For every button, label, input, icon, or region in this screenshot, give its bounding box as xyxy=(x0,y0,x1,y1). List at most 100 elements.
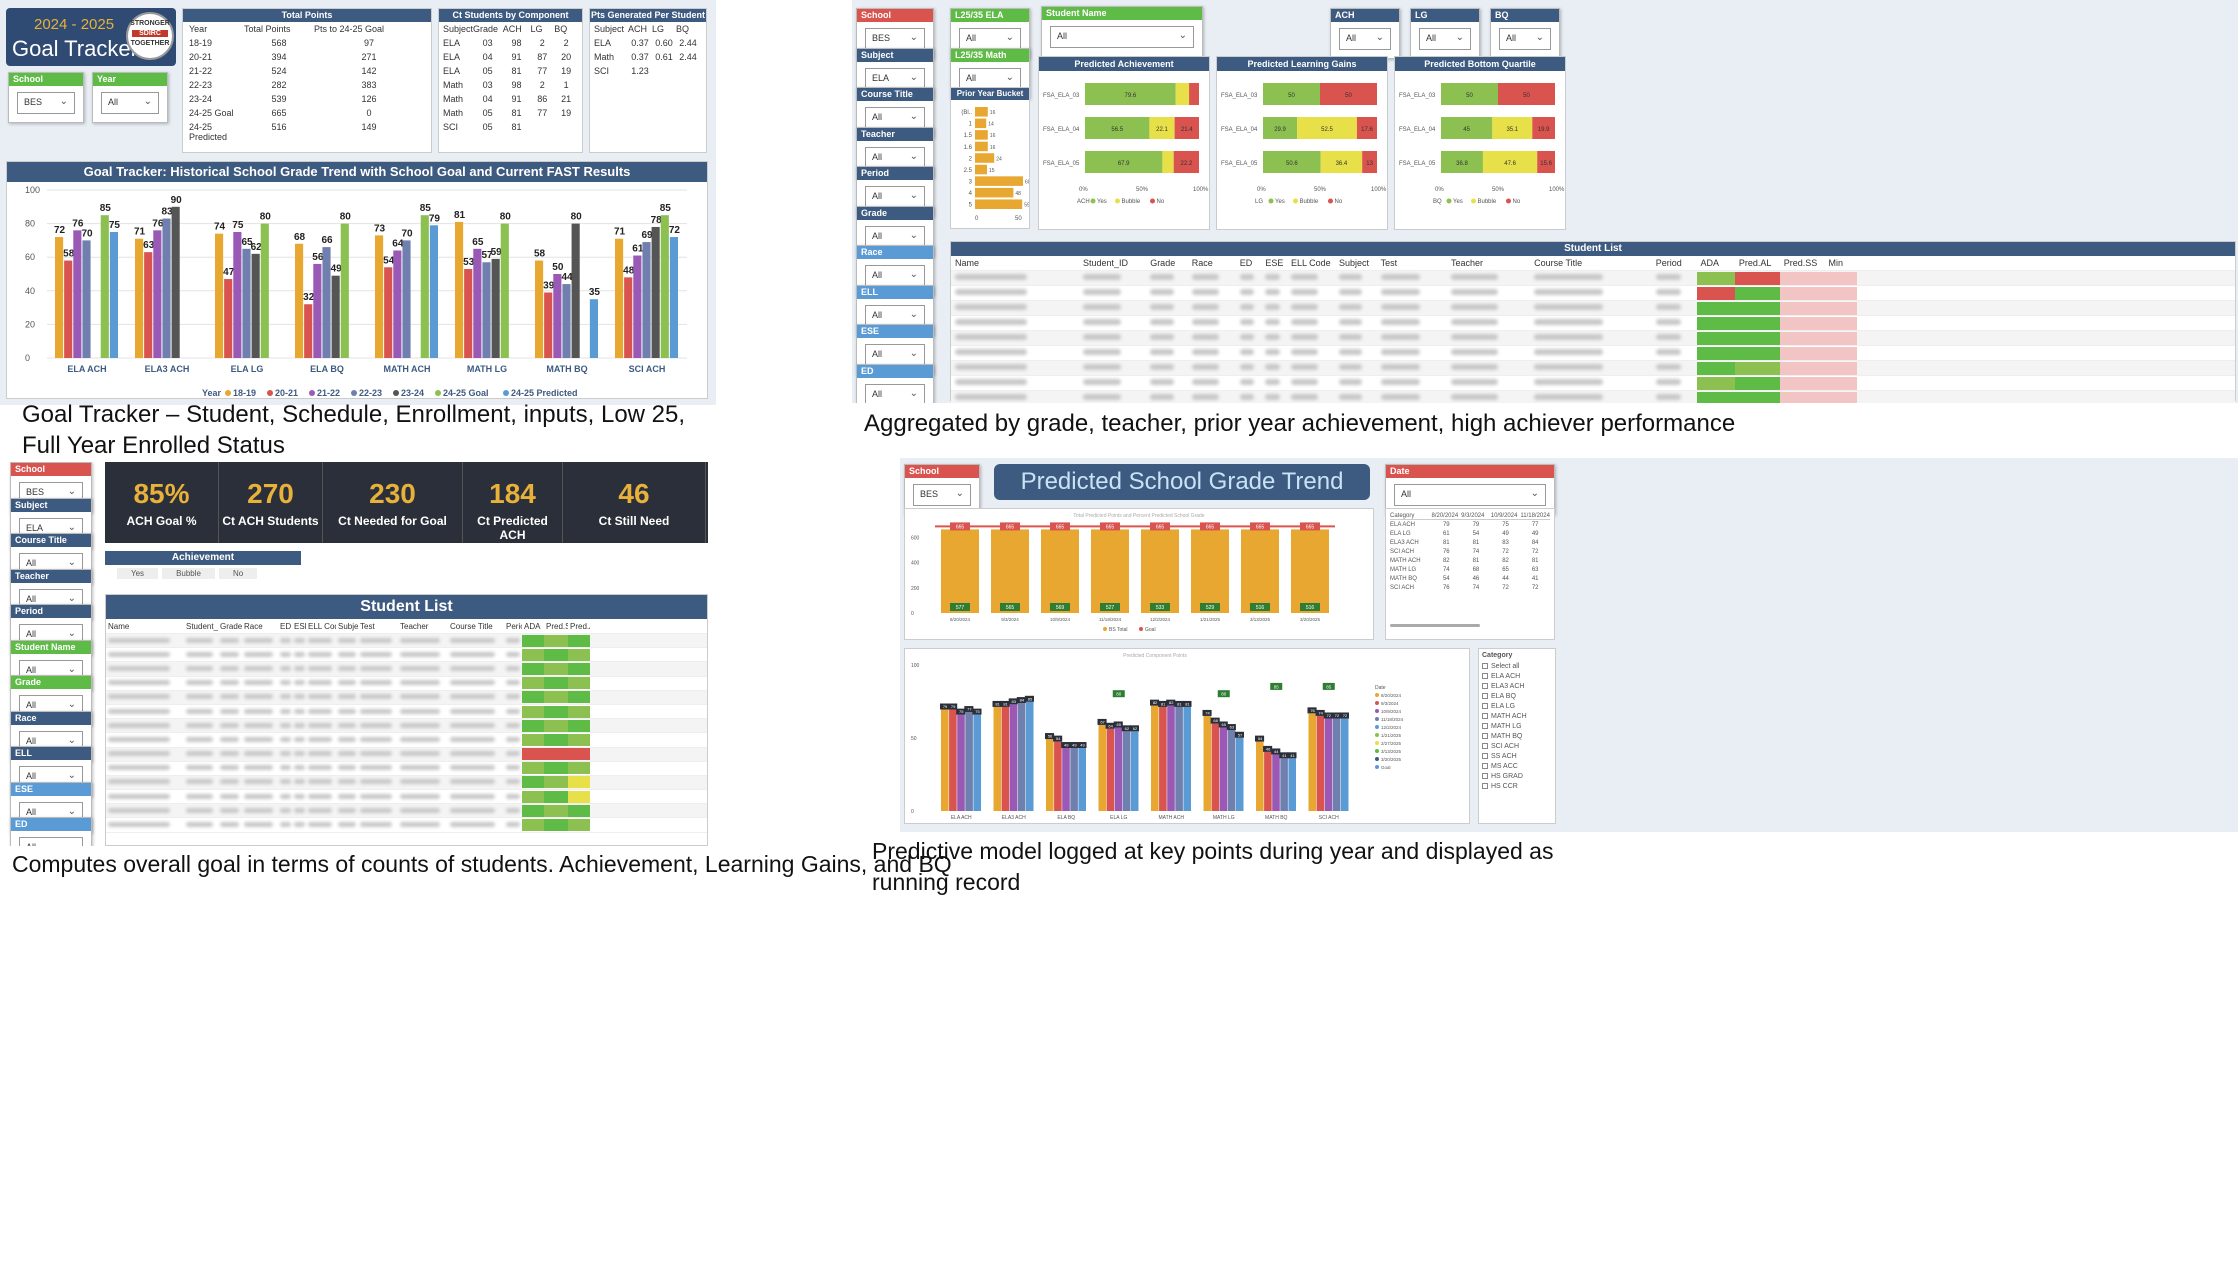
category-option[interactable]: MATH ACH xyxy=(1482,711,1552,721)
column-header[interactable]: ED xyxy=(278,622,292,631)
category-option[interactable]: MATH BQ xyxy=(1482,731,1552,741)
column-header[interactable]: Test xyxy=(1377,258,1447,268)
table-row[interactable] xyxy=(951,376,2235,391)
column-header[interactable]: Pred.SS xyxy=(1780,258,1825,268)
goal-label: 665 xyxy=(1106,524,1115,530)
checkbox-icon[interactable] xyxy=(1482,713,1488,719)
table-row[interactable] xyxy=(106,804,707,819)
table-row[interactable] xyxy=(106,676,707,691)
column-header[interactable]: ADA xyxy=(1697,258,1735,268)
table-row[interactable] xyxy=(951,346,2235,361)
column-header[interactable]: Course Title xyxy=(448,622,504,631)
checkbox-icon[interactable] xyxy=(1482,743,1488,749)
column-header[interactable]: Course Title xyxy=(1530,258,1652,268)
category-option[interactable]: SS ACH xyxy=(1482,751,1552,761)
column-header[interactable]: ESE xyxy=(292,622,306,631)
column-header[interactable]: Pred.SS xyxy=(544,622,568,631)
table-row[interactable] xyxy=(951,316,2235,331)
bar xyxy=(1159,706,1167,811)
checkbox-icon[interactable] xyxy=(1482,693,1488,699)
table-row[interactable] xyxy=(106,704,707,720)
table-row[interactable] xyxy=(951,361,2235,376)
table-row[interactable] xyxy=(106,733,707,748)
checkbox-icon[interactable] xyxy=(1482,773,1488,779)
table-row[interactable] xyxy=(106,775,707,791)
table-row[interactable] xyxy=(951,391,2235,403)
checkbox-icon[interactable] xyxy=(1482,763,1488,769)
checkbox-icon[interactable] xyxy=(1482,783,1488,789)
chevron-down-icon: ⌄ xyxy=(909,32,918,43)
column-header[interactable]: Name xyxy=(106,622,184,631)
column-header[interactable]: Subject xyxy=(336,622,358,631)
achievement-option-bubble[interactable]: Bubble xyxy=(162,568,215,579)
table-row[interactable] xyxy=(106,662,707,677)
table-row[interactable] xyxy=(951,286,2235,301)
category-option[interactable]: MATH LG xyxy=(1482,721,1552,731)
category-option[interactable]: SCI ACH xyxy=(1482,741,1552,751)
checkbox-icon[interactable] xyxy=(1482,673,1488,679)
table-row[interactable] xyxy=(106,719,707,734)
column-header[interactable]: ED xyxy=(1236,258,1262,268)
student-name-slicer[interactable]: Student Name All ⌄ xyxy=(1041,6,1203,57)
category-option[interactable]: ELA BQ xyxy=(1482,691,1552,701)
column-header[interactable]: Pred.AL xyxy=(568,622,590,631)
column-header[interactable]: Student_ID xyxy=(184,622,218,631)
column-header[interactable]: Student_ID xyxy=(1079,258,1146,268)
ct-ach-students-kpi: 270 Ct ACH Students xyxy=(219,462,323,543)
category-option[interactable]: Select all xyxy=(1482,661,1552,671)
bq-slicer[interactable]: BQ All ⌄ xyxy=(1490,8,1560,59)
school-slicer[interactable]: School BES ⌄ xyxy=(8,72,84,123)
table-row[interactable] xyxy=(951,331,2235,346)
checkbox-icon[interactable] xyxy=(1482,753,1488,759)
year-slicer[interactable]: Year All ⌄ xyxy=(92,72,168,123)
table-row[interactable] xyxy=(951,301,2235,316)
column-header[interactable]: Race xyxy=(1188,258,1236,268)
goal-label: 665 xyxy=(1056,524,1065,530)
column-header[interactable]: Pred.AL xyxy=(1735,258,1780,268)
total-label: 516 xyxy=(1306,605,1315,611)
table-row: 24-25 Predicted 516 149 xyxy=(189,122,377,142)
column-header[interactable]: Subject xyxy=(1335,258,1377,268)
table-row[interactable] xyxy=(106,747,707,762)
checkbox-icon[interactable] xyxy=(1482,703,1488,709)
ach-slicer[interactable]: ACH All ⌄ xyxy=(1330,8,1400,59)
table-row[interactable] xyxy=(106,790,707,805)
category-option[interactable]: ELA3 ACH xyxy=(1482,681,1552,691)
column-header[interactable]: Name xyxy=(951,258,1079,268)
lg-slicer[interactable]: LG All ⌄ xyxy=(1410,8,1480,59)
column-header[interactable]: ELL Code xyxy=(306,622,336,631)
checkbox-icon[interactable] xyxy=(1482,683,1488,689)
column-header[interactable]: Teacher xyxy=(398,622,448,631)
ed-slicer[interactable]: EDAll⌄ xyxy=(10,817,92,846)
category-option[interactable]: HS CCR xyxy=(1482,781,1552,791)
column-header[interactable]: ELL Code xyxy=(1287,258,1335,268)
column-header[interactable]: Period xyxy=(1652,258,1697,268)
column-header[interactable]: Min xyxy=(1825,258,1857,268)
checkbox-icon[interactable] xyxy=(1482,723,1488,729)
table-row[interactable] xyxy=(106,634,707,649)
achievement-option-no[interactable]: No xyxy=(218,568,258,579)
table-row[interactable] xyxy=(106,818,707,833)
category-option[interactable]: ELA LG xyxy=(1482,701,1552,711)
table-row[interactable] xyxy=(106,648,707,663)
ed-slicer[interactable]: EDAll⌄ xyxy=(856,363,934,403)
column-header[interactable]: ADA xyxy=(522,622,544,631)
table-row[interactable] xyxy=(106,690,707,705)
checkbox-icon[interactable] xyxy=(1482,663,1488,669)
column-header[interactable]: Teacher xyxy=(1447,258,1530,268)
column-header[interactable]: ESE xyxy=(1261,258,1287,268)
category-option[interactable]: MS ACC xyxy=(1482,761,1552,771)
column-header[interactable]: Period xyxy=(504,622,522,631)
achievement-option-yes[interactable]: Yes xyxy=(117,568,159,579)
table-row[interactable] xyxy=(106,761,707,776)
matrix-scrollbar[interactable] xyxy=(1390,624,1480,627)
y-tick-label: 200 xyxy=(911,586,920,592)
checkbox-icon[interactable] xyxy=(1482,733,1488,739)
table-row[interactable] xyxy=(951,271,2235,286)
column-header[interactable]: Race xyxy=(242,622,278,631)
category-option[interactable]: HS GRAD xyxy=(1482,771,1552,781)
column-header[interactable]: Test xyxy=(358,622,398,631)
column-header[interactable]: Grade xyxy=(218,622,242,631)
column-header[interactable]: Grade xyxy=(1146,258,1188,268)
category-option[interactable]: ELA ACH xyxy=(1482,671,1552,681)
